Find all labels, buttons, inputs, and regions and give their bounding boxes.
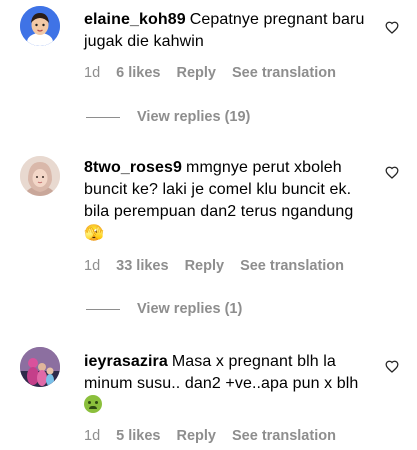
likes-count[interactable]: 6 likes: [116, 65, 160, 81]
comment-username[interactable]: ieyrasazira: [84, 353, 168, 370]
avatar[interactable]: [20, 347, 60, 387]
divider-line: [86, 308, 120, 310]
see-translation-link[interactable]: See translation: [240, 258, 344, 274]
see-translation-link[interactable]: See translation: [232, 65, 336, 81]
view-replies-button[interactable]: View replies (1): [86, 299, 242, 319]
avatar[interactable]: [20, 156, 60, 196]
nauseated-face-icon: [84, 395, 102, 413]
comment-body: 8two_roses9 mmgnye perut xboleh buncit ke…: [84, 157, 374, 245]
comment-time: 1d: [84, 428, 101, 444]
reply-button[interactable]: Reply: [176, 428, 216, 444]
likes-count[interactable]: 33 likes: [116, 258, 168, 274]
see-translation-link[interactable]: See translation: [232, 428, 336, 444]
comment-body: elaine_koh89 Cepatnye pregnant baru jugak…: [84, 9, 374, 53]
comment-meta: 1d 33 likes Reply See translation: [84, 256, 360, 276]
reply-button[interactable]: Reply: [185, 258, 225, 274]
avatar[interactable]: [20, 6, 60, 46]
comment-meta: 1d 5 likes Reply See translation: [84, 426, 352, 446]
divider-line: [86, 116, 120, 118]
heart-icon[interactable]: [385, 21, 399, 34]
comment-time: 1d: [84, 65, 101, 81]
view-replies-label: View replies (1): [137, 301, 243, 317]
view-replies-button[interactable]: View replies (19): [86, 107, 250, 127]
heart-icon[interactable]: [385, 166, 399, 179]
comment-meta: 1d 6 likes Reply See translation: [84, 63, 352, 83]
comment-username[interactable]: 8two_roses9: [84, 159, 182, 176]
reply-button[interactable]: Reply: [176, 65, 216, 81]
comment-body: ieyrasazira Masa x pregnant blh la minum …: [84, 351, 374, 417]
comment-time: 1d: [84, 258, 101, 274]
comment-username[interactable]: elaine_koh89: [84, 11, 186, 28]
comments-list: elaine_koh89 Cepatnye pregnant baru jugak…: [0, 0, 417, 450]
view-replies-label: View replies (19): [137, 109, 251, 125]
heart-icon[interactable]: [385, 360, 399, 373]
likes-count[interactable]: 5 likes: [116, 428, 160, 444]
